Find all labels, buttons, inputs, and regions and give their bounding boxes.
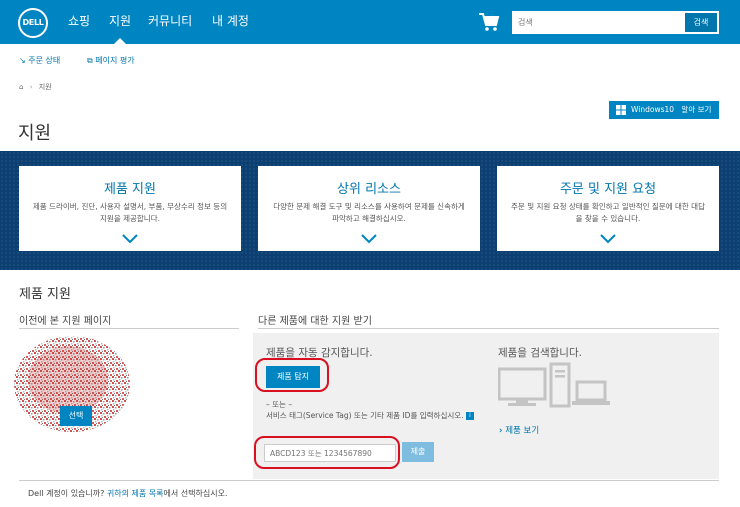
account-footer-text: Dell 계정이 있습니까? 귀하의 제품 목록에서 선택하십시오. bbox=[28, 488, 228, 499]
card-title: 상위 리소스 bbox=[337, 182, 401, 197]
card-title: 주문 및 지원 요청 bbox=[559, 182, 657, 197]
order-status-link[interactable]: ↘ 주문 상태 bbox=[19, 55, 60, 66]
highlight-circle bbox=[255, 358, 329, 392]
page-rating-link[interactable]: ⧉ 페이지 평가 bbox=[87, 55, 135, 66]
orders-support-requests-card[interactable]: 주문 및 지원 요청 주문 및 지원 요청 상태를 확인하고 일반적인 질문에 … bbox=[497, 166, 719, 251]
other-product-heading: 다른 제품에 대한 지원 받기 bbox=[258, 316, 372, 327]
recent-pages-heading: 이전에 본 지원 페이지 bbox=[19, 316, 112, 327]
page-rating-label: 페이지 평가 bbox=[95, 56, 135, 65]
top-resources-card[interactable]: 상위 리소스 다양한 문제 해결 도구 및 리소스를 사용하여 문제를 신속하게… bbox=[258, 166, 480, 251]
nav-community[interactable]: 커뮤니티 bbox=[148, 0, 192, 44]
search-box: 검색 bbox=[512, 11, 719, 34]
chevron-down-icon bbox=[361, 234, 377, 244]
nav-my-account[interactable]: 내 계정 bbox=[212, 0, 249, 44]
breadcrumb: ⌂ › 지원 bbox=[19, 82, 52, 92]
devices-illustration-icon bbox=[498, 362, 610, 408]
service-tag-instruction-text: 서비스 태그(Service Tag) 또는 기타 제품 ID를 입력하십시오. bbox=[266, 411, 464, 420]
page-rating-icon: ⧉ bbox=[87, 56, 93, 65]
service-tag-instruction: 서비스 태그(Service Tag) 또는 기타 제품 ID를 입력하십시오.… bbox=[266, 410, 476, 422]
nav-support[interactable]: 지원 bbox=[109, 0, 131, 44]
product-support-card[interactable]: 제품 지원 제품 드라이버, 진단, 사용자 설명서, 부품, 무상수리 정보 … bbox=[19, 166, 241, 251]
product-list-link[interactable]: 귀하의 제품 목록 bbox=[107, 489, 164, 498]
card-description: 다양한 문제 해결 도구 및 리소스를 사용하여 문제를 신속하게 파악하고 해… bbox=[273, 202, 465, 223]
windows-logo-icon bbox=[616, 105, 626, 115]
card-description: 제품 드라이버, 진단, 사용자 설명서, 부품, 무상수리 정보 등의 지원을… bbox=[32, 202, 228, 223]
nav-shopping[interactable]: 쇼핑 bbox=[68, 0, 90, 44]
order-status-icon: ↘ bbox=[19, 56, 26, 65]
chevron-down-icon bbox=[600, 234, 616, 244]
divider bbox=[19, 328, 239, 329]
page-title: 지원 bbox=[18, 123, 52, 144]
top-navigation-bar: DELL 쇼핑 지원 커뮤니티 내 계정 검색 bbox=[0, 0, 740, 44]
divider bbox=[258, 328, 719, 329]
windows10-label: Windows10 bbox=[631, 105, 675, 114]
info-icon[interactable]: i bbox=[465, 412, 474, 420]
home-icon[interactable]: ⌂ bbox=[19, 83, 23, 91]
submit-button[interactable]: 제출 bbox=[402, 442, 434, 462]
chevron-down-icon bbox=[122, 234, 138, 244]
highlight-circle bbox=[254, 436, 400, 469]
divider bbox=[19, 480, 719, 481]
card-description: 주문 및 지원 요청 상태를 확인하고 일반적인 질문에 대한 대답을 찾을 수… bbox=[511, 202, 705, 223]
or-separator: – 또는 – bbox=[266, 400, 293, 409]
select-button[interactable]: 선택 bbox=[60, 406, 92, 426]
footer-suffix: 에서 선택하십시오. bbox=[163, 489, 228, 498]
breadcrumb-current: 지원 bbox=[38, 83, 52, 91]
search-products-title: 제품을 검색합니다. bbox=[498, 347, 582, 359]
windows10-learn-more-button[interactable]: Windows10 알아 보기 bbox=[609, 101, 719, 119]
card-title: 제품 지원 bbox=[104, 182, 156, 197]
breadcrumb-separator-icon: › bbox=[29, 83, 33, 91]
learn-more-label: 알아 보기 bbox=[681, 105, 712, 114]
cart-icon[interactable] bbox=[478, 12, 500, 32]
view-products-link[interactable]: › 제품 보기 bbox=[499, 424, 539, 436]
footer-prefix: Dell 계정이 있습니까? bbox=[28, 489, 107, 498]
order-status-label: 주문 상태 bbox=[28, 56, 61, 65]
product-support-heading: 제품 지원 bbox=[19, 287, 71, 302]
dell-logo[interactable]: DELL bbox=[18, 8, 48, 38]
search-input[interactable] bbox=[513, 12, 685, 33]
search-button[interactable]: 검색 bbox=[685, 13, 717, 32]
view-products-label: 제품 보기 bbox=[505, 426, 540, 436]
chevron-right-icon: › bbox=[499, 426, 503, 436]
